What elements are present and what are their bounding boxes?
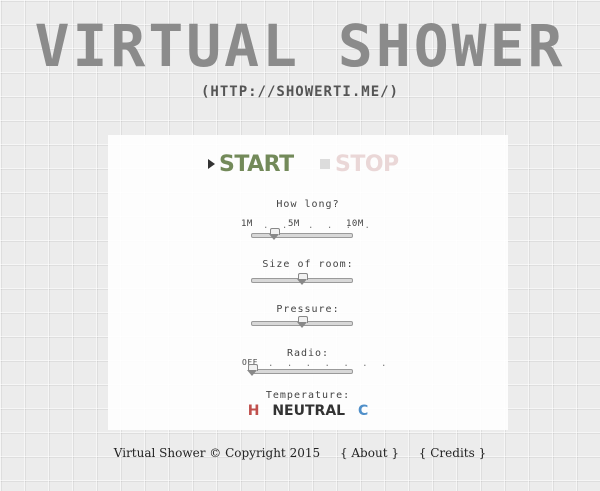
how-long-min-label: 1M xyxy=(241,219,253,229)
about-link[interactable]: { About } xyxy=(340,446,399,460)
playback-controls: START STOP xyxy=(208,152,408,178)
how-long-slider-thumb[interactable] xyxy=(268,228,280,240)
site-url[interactable]: (HTTP://SHOWERTI.ME/) xyxy=(0,84,600,100)
stop-square-icon xyxy=(320,158,330,169)
radio-slider[interactable] xyxy=(247,364,353,376)
copyright-text: Virtual Shower © Copyright 2015 xyxy=(113,446,321,460)
pressure-label: Pressure: xyxy=(276,304,340,315)
how-long-ticks-2: . . . . xyxy=(308,221,374,231)
credits-link[interactable]: { Credits } xyxy=(419,446,486,460)
app-title: VIRTUAL SHOWER xyxy=(34,12,566,80)
start-label: START xyxy=(219,152,294,177)
temperature-neutral-value[interactable]: NEUTRAL xyxy=(272,403,345,419)
size-of-room-slider-thumb[interactable] xyxy=(296,273,308,285)
start-button[interactable]: START xyxy=(208,152,294,178)
how-long-max-label: 10M xyxy=(346,219,364,229)
temperature-cold-button[interactable]: C xyxy=(358,403,368,419)
temperature-control: H NEUTRAL C xyxy=(108,403,508,419)
size-of-room-label: Size of room: xyxy=(262,259,354,270)
play-triangle-icon xyxy=(208,158,215,169)
shower-panel: START STOP How long? 1M . . 5M . . . . 1… xyxy=(108,135,508,430)
radio-label: Radio: xyxy=(286,348,330,359)
size-of-room-slider[interactable] xyxy=(251,273,353,285)
how-long-label: How long? xyxy=(276,199,340,210)
pressure-slider-thumb[interactable] xyxy=(296,316,308,328)
temperature-hot-button[interactable]: H xyxy=(248,403,260,419)
pressure-slider[interactable] xyxy=(251,316,353,328)
radio-ticks: . . . . . . . xyxy=(268,359,391,369)
how-long-mid-label: 5M xyxy=(288,219,300,229)
footer: Virtual Shower © Copyright 2015 { About … xyxy=(0,446,600,460)
stop-button[interactable]: STOP xyxy=(320,152,399,178)
how-long-slider[interactable] xyxy=(251,228,353,240)
radio-slider-thumb[interactable] xyxy=(246,364,258,376)
stop-label: STOP xyxy=(335,152,399,177)
temperature-label: Temperature: xyxy=(265,390,351,401)
